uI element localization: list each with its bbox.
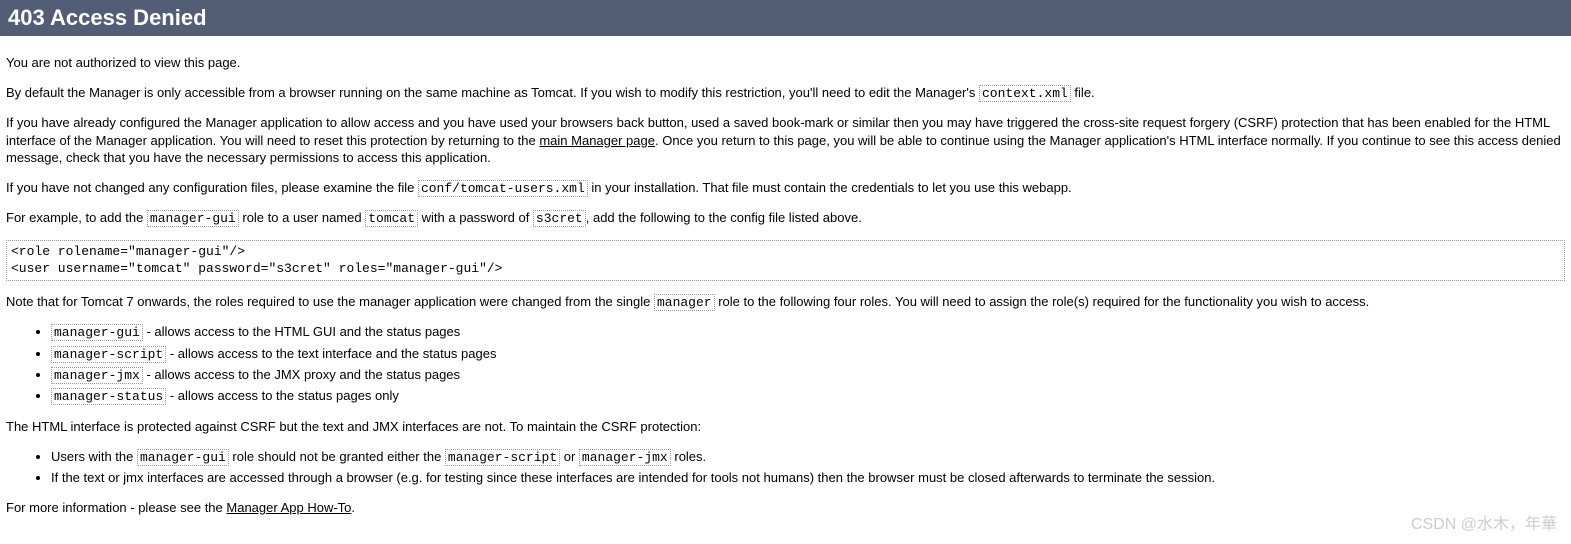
list-item: Users with the manager-gui role should n… xyxy=(51,448,1565,467)
role-code: manager-status xyxy=(51,388,166,405)
text: roles. xyxy=(671,449,706,464)
code-s3cret: s3cret xyxy=(533,210,586,227)
code-manager-gui: manager-gui xyxy=(147,210,239,227)
list-item: manager-jmx - allows access to the JMX p… xyxy=(51,366,1565,385)
code-manager-script: manager-script xyxy=(445,449,560,466)
text: For more information - please see the xyxy=(6,500,226,515)
manager-app-howto-link[interactable]: Manager App How-To xyxy=(226,500,351,515)
code-context-xml: context.xml xyxy=(979,85,1071,102)
text: role to the following four roles. You wi… xyxy=(715,294,1370,309)
text: Note that for Tomcat 7 onwards, the role… xyxy=(6,294,654,309)
csrf-paragraph: If you have already configured the Manag… xyxy=(6,114,1565,167)
role-desc: - allows access to the JMX proxy and the… xyxy=(143,367,460,382)
content-body: You are not authorized to view this page… xyxy=(0,36,1571,535)
code-manager-gui: manager-gui xyxy=(137,449,229,466)
text: with a password of xyxy=(418,210,533,225)
main-manager-page-link[interactable]: main Manager page xyxy=(539,133,655,148)
code-tomcat-users: conf/tomcat-users.xml xyxy=(418,180,588,197)
tomcat-users-paragraph: If you have not changed any configuratio… xyxy=(6,179,1565,198)
text: in your installation. That file must con… xyxy=(588,180,1072,195)
list-item: manager-script - allows access to the te… xyxy=(51,345,1565,364)
text: For example, to add the xyxy=(6,210,147,225)
example-paragraph: For example, to add the manager-gui role… xyxy=(6,209,1565,228)
list-item: If the text or jmx interfaces are access… xyxy=(51,469,1565,487)
roles-note-paragraph: Note that for Tomcat 7 onwards, the role… xyxy=(6,293,1565,312)
text: If you have not changed any configuratio… xyxy=(6,180,418,195)
csrf-note-paragraph: The HTML interface is protected against … xyxy=(6,418,1565,436)
text: , add the following to the config file l… xyxy=(586,210,862,225)
text: role to a user named xyxy=(239,210,365,225)
role-code: manager-script xyxy=(51,346,166,363)
code-manager-jmx: manager-jmx xyxy=(579,449,671,466)
csrf-list: Users with the manager-gui role should n… xyxy=(6,448,1565,487)
role-desc: - allows access to the status pages only xyxy=(166,388,399,403)
text: By default the Manager is only accessibl… xyxy=(6,85,979,100)
text: . xyxy=(351,500,355,515)
more-info-paragraph: For more information - please see the Ma… xyxy=(6,499,1565,517)
text: role should not be granted either the xyxy=(229,449,445,464)
code-manager: manager xyxy=(654,294,715,311)
list-item: manager-status - allows access to the st… xyxy=(51,387,1565,406)
code-tomcat: tomcat xyxy=(365,210,418,227)
text: Users with the xyxy=(51,449,137,464)
text: file. xyxy=(1071,85,1095,100)
config-example-pre: <role rolename="manager-gui"/> <user use… xyxy=(6,240,1565,281)
intro-paragraph: You are not authorized to view this page… xyxy=(6,54,1565,72)
text: or xyxy=(560,449,579,464)
context-paragraph: By default the Manager is only accessibl… xyxy=(6,84,1565,103)
page-title: 403 Access Denied xyxy=(0,0,1571,36)
role-code: manager-gui xyxy=(51,324,143,341)
role-desc: - allows access to the HTML GUI and the … xyxy=(143,324,460,339)
role-code: manager-jmx xyxy=(51,367,143,384)
roles-list: manager-gui - allows access to the HTML … xyxy=(6,323,1565,406)
list-item: manager-gui - allows access to the HTML … xyxy=(51,323,1565,342)
role-desc: - allows access to the text interface an… xyxy=(166,346,496,361)
